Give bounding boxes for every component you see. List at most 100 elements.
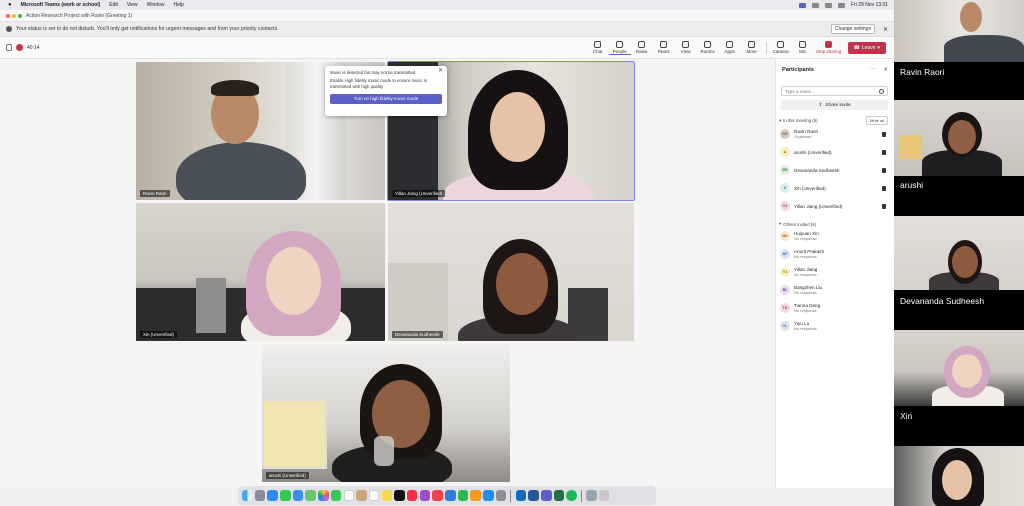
maps-icon[interactable]	[305, 490, 316, 501]
messages-icon[interactable]	[280, 490, 291, 501]
finder-icon[interactable]	[242, 490, 253, 501]
tool-mic[interactable]: Mic	[792, 41, 814, 54]
invited-row[interactable]: YJ Yillan Jiang No response	[776, 263, 894, 281]
settings-icon[interactable]	[495, 490, 507, 501]
search-icon[interactable]	[838, 2, 846, 8]
member-row[interactable]: Aarushi (Unverified)	[776, 143, 894, 161]
gallery-tile-ravin[interactable]	[894, 0, 1024, 62]
close-icon[interactable]: ✕	[438, 68, 443, 74]
photos-icon[interactable]	[318, 490, 329, 501]
glass	[374, 436, 394, 466]
tile-label: Devananda Sudheesh	[392, 331, 443, 338]
teams-tray-icon[interactable]	[799, 2, 807, 8]
music-icon[interactable]	[406, 490, 418, 501]
avatar: A	[780, 147, 790, 157]
podcasts-icon[interactable]	[419, 490, 431, 501]
mic-status-icon[interactable]	[882, 167, 886, 173]
participant-status: No response	[794, 290, 817, 295]
mic-status-icon[interactable]	[882, 185, 886, 191]
gallery-tile-xin[interactable]	[894, 330, 1024, 406]
invited-row[interactable]: BL Bangzhen Liu No response	[776, 281, 894, 299]
excel-icon[interactable]	[553, 490, 565, 501]
safari-icon[interactable]	[267, 490, 278, 501]
outlook-icon[interactable]	[515, 490, 527, 501]
change-settings-button[interactable]: Change settings	[830, 24, 875, 34]
tool-mic-label: Mic	[799, 49, 807, 54]
tool-apps[interactable]: Apps	[719, 41, 741, 54]
ravin-hair	[211, 80, 259, 96]
facetime-icon[interactable]	[330, 490, 342, 501]
mail-icon[interactable]	[292, 490, 304, 501]
calendar-icon[interactable]	[343, 490, 354, 501]
invited-row[interactable]: HX Huiyuan Xin No response	[776, 227, 894, 245]
tool-people[interactable]: People	[608, 40, 631, 55]
tile-label: arushi (Unverified)	[266, 472, 309, 479]
news-icon[interactable]	[432, 490, 443, 501]
gallery-tile-yillan[interactable]	[894, 446, 1024, 506]
member-row[interactable]: DS Devananda Sudheesh	[776, 161, 894, 179]
spotify-icon[interactable]	[566, 490, 577, 501]
invited-row[interactable]: YL Yiyu Lu No response	[776, 317, 894, 335]
participant-name: Xin (Unverified)	[794, 185, 826, 191]
wifi-icon[interactable]	[812, 2, 820, 8]
menu-edit[interactable]: Edit	[109, 2, 118, 8]
video-tile-arushi[interactable]: arushi (Unverified)	[262, 344, 510, 482]
video-tile-devananda[interactable]: Devananda Sudheesh	[388, 203, 634, 341]
menu-window[interactable]: Window	[147, 2, 165, 8]
notes-icon[interactable]	[381, 490, 393, 501]
leave-button[interactable]: ☎ Leave ▾	[847, 41, 886, 54]
launchpad-icon[interactable]	[254, 490, 266, 501]
hifi-music-button[interactable]: Turn on high fidelity music mode	[330, 94, 442, 104]
dismiss-banner-icon[interactable]: ✕	[883, 26, 888, 33]
battery-icon[interactable]	[825, 2, 833, 8]
member-row[interactable]: X Xin (Unverified)	[776, 179, 894, 197]
member-row[interactable]: RR Ravin Raori Organiser	[776, 125, 894, 143]
trash-icon[interactable]	[598, 490, 610, 501]
tool-stop-sharing[interactable]: Stop sharing	[814, 41, 844, 54]
member-row[interactable]: YJ Yillan Jiang (Unverified)	[776, 197, 894, 215]
zoom-window-icon[interactable]	[18, 13, 22, 18]
share-invite-button[interactable]: ⇪ Share invite	[781, 100, 888, 110]
tool-react[interactable]: React	[653, 41, 675, 54]
menu-view[interactable]: View	[127, 2, 138, 8]
keynote-icon[interactable]	[445, 490, 456, 501]
menubar-clock[interactable]: Fri 29 Nov 13:31	[851, 2, 888, 8]
tool-rooms[interactable]: Rooms	[697, 41, 719, 54]
minimize-window-icon[interactable]	[12, 13, 16, 18]
teams-icon[interactable]	[541, 490, 552, 501]
gallery-tile-arushi[interactable]	[894, 100, 1024, 176]
contacts-icon[interactable]	[356, 490, 367, 501]
tool-raise[interactable]: Raise	[631, 41, 653, 54]
close-panel-icon[interactable]: ✕	[883, 67, 888, 73]
tool-more[interactable]: More	[741, 41, 763, 54]
tool-view[interactable]: View	[675, 41, 697, 54]
more-options-icon[interactable]: ⋯	[870, 67, 876, 73]
close-window-icon[interactable]	[6, 13, 10, 18]
tool-camera[interactable]: Camera	[770, 41, 792, 54]
apple-icon[interactable]: ●	[8, 2, 12, 8]
mute-all-button[interactable]: Mute all	[865, 116, 888, 125]
pages-icon[interactable]	[470, 490, 481, 501]
in-meeting-section[interactable]: ▾ In this meeting (5) Mute all	[776, 116, 894, 125]
appstore-icon[interactable]	[483, 490, 494, 501]
downloads-icon[interactable]	[586, 490, 597, 501]
shared-screen: ● Microsoft Teams (work or school) Edit …	[0, 0, 894, 506]
invited-row[interactable]: TD Tianna Deng No response	[776, 299, 894, 317]
gallery-tile-devananda[interactable]	[894, 216, 1024, 290]
word-icon[interactable]	[528, 490, 539, 501]
panel-title: Participants	[782, 67, 815, 73]
video-tile-xin[interactable]: Xin (Unverified)	[136, 203, 385, 341]
menu-help[interactable]: Help	[173, 2, 183, 8]
numbers-icon[interactable]	[457, 490, 469, 501]
mic-status-icon[interactable]	[882, 131, 886, 137]
menu-app-name[interactable]: Microsoft Teams (work or school)	[21, 2, 101, 8]
tv-icon[interactable]	[394, 490, 405, 501]
mic-status-icon[interactable]	[882, 203, 886, 209]
tool-chat[interactable]: Chat	[587, 41, 609, 54]
search-input[interactable]: Type a name	[781, 86, 888, 96]
mic-status-icon[interactable]	[882, 149, 886, 155]
shield-icon[interactable]	[6, 44, 12, 51]
invited-row[interactable]: AP Anurit Prakash No response	[776, 245, 894, 263]
reminders-icon[interactable]	[368, 490, 380, 501]
participant-name-block: Devananda Sudheesh	[794, 168, 839, 173]
